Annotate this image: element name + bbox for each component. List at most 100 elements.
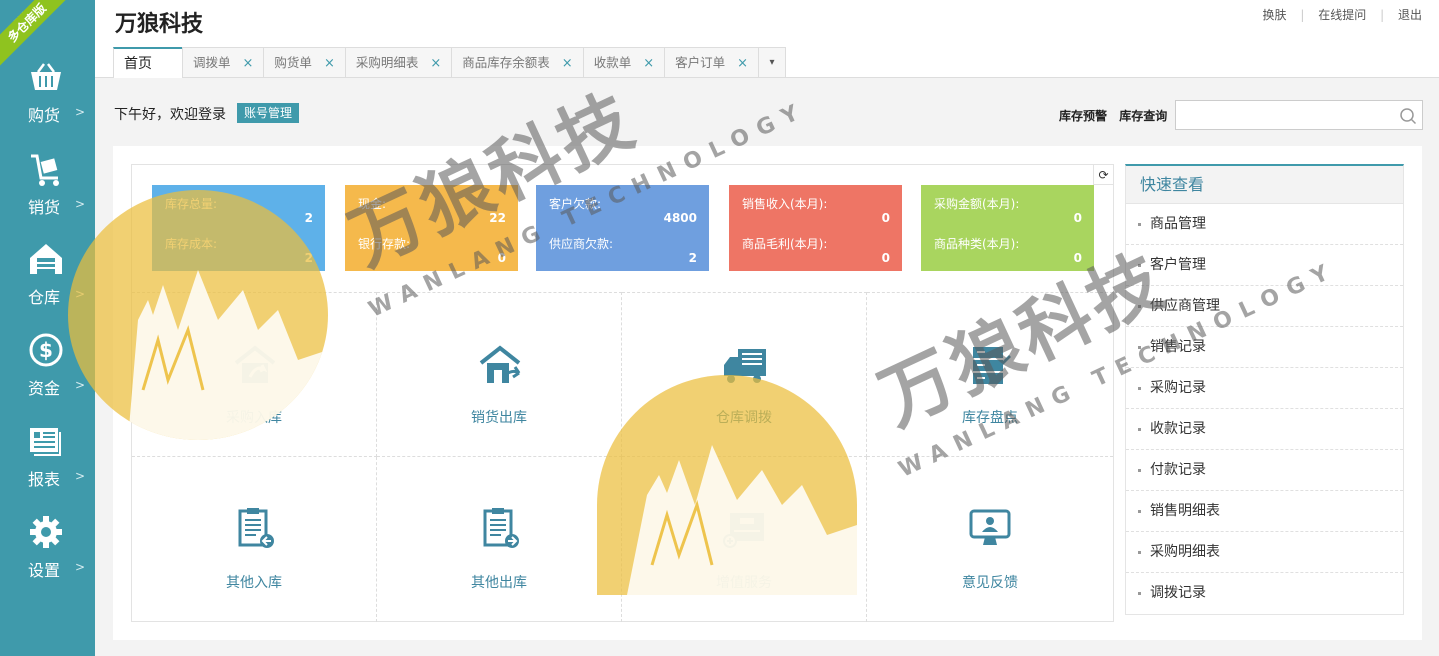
- stock-query-link[interactable]: 库存查询: [1119, 109, 1167, 123]
- quick-link-sales-detail[interactable]: 销售明细表: [1126, 491, 1403, 532]
- tab-label: 收款单: [593, 55, 632, 70]
- stat-value: 0: [881, 251, 890, 265]
- sidebar-item-sales[interactable]: 销货 >: [0, 152, 95, 232]
- chevron-right-icon: >: [75, 197, 86, 211]
- close-icon[interactable]: ×: [643, 56, 654, 71]
- quick-link-purchase-records[interactable]: 采购记录: [1126, 368, 1403, 409]
- tab-home[interactable]: 首页: [113, 47, 183, 78]
- sidebar-item-settings[interactable]: 设置 >: [0, 515, 95, 595]
- tab-label: 客户订单: [675, 55, 726, 70]
- sidebar-item-reports[interactable]: 报表 >: [0, 424, 95, 504]
- shortcut-other-in[interactable]: 其他入库: [132, 457, 377, 622]
- tab-more-dropdown[interactable]: ▾: [758, 47, 787, 77]
- quick-link-customer-management[interactable]: 客户管理: [1126, 245, 1403, 286]
- quick-view-panel: 快速查看 商品管理 客户管理 供应商管理 销售记录 采购记录 收款记录 付款记录…: [1125, 164, 1404, 615]
- skin-link[interactable]: 换肤: [1263, 8, 1287, 22]
- feedback-icon: [969, 509, 1011, 545]
- warehouse-icon: [30, 244, 62, 274]
- shortcut-label: 采购入库: [226, 410, 282, 426]
- close-icon[interactable]: ×: [737, 56, 748, 71]
- search-icon[interactable]: [1399, 107, 1417, 125]
- stat-value: 0: [1073, 251, 1082, 265]
- sidebar-label-settings: 设置: [28, 561, 61, 580]
- quick-link-purchase-detail[interactable]: 采购明细表: [1126, 532, 1403, 573]
- stat-value: 4800: [663, 211, 697, 225]
- quick-link-receipt-records[interactable]: 收款记录: [1126, 409, 1403, 450]
- sidebar: ERP 多仓库版 购货 > 销货 > 仓库 > $ 资金 > 报表 > 设置 >: [0, 0, 95, 656]
- stock-alert-link[interactable]: 库存预警: [1059, 109, 1107, 123]
- quick-link-supplier-management[interactable]: 供应商管理: [1126, 286, 1403, 327]
- tab-label: 首页: [124, 56, 152, 72]
- stat-label: 银行存款:: [358, 237, 411, 251]
- logout-link[interactable]: 退出: [1398, 8, 1422, 22]
- sidebar-label-warehouse: 仓库: [28, 288, 61, 307]
- quick-link-transfer-records[interactable]: 调拨记录: [1126, 573, 1403, 614]
- quick-link-sales-records[interactable]: 销售记录: [1126, 327, 1403, 368]
- sidebar-item-purchase[interactable]: 购货 >: [0, 60, 95, 140]
- quick-link-product-management[interactable]: 商品管理: [1126, 204, 1403, 245]
- cart-icon: [31, 154, 59, 186]
- stock-search-input[interactable]: [1175, 100, 1423, 130]
- tab-label: 商品库存余额表: [462, 55, 550, 70]
- stat-card-procurement[interactable]: 采购金额(本月): 0 商品种类(本月): 0: [921, 185, 1094, 271]
- tab-transfer[interactable]: 调拨单 ×: [182, 47, 265, 77]
- chevron-right-icon: >: [75, 378, 86, 392]
- overview-board: ⟳ 库存总量: 2 库存成本: 2 现金: 22 银行存款: 0 客户欠款: 4…: [131, 164, 1114, 622]
- app-title: 万狼科技: [115, 11, 204, 37]
- stat-label: 销售收入(本月):: [742, 197, 828, 211]
- shortcut-label: 意见反馈: [962, 575, 1018, 591]
- divider: |: [1380, 8, 1385, 22]
- shortcut-label: 增值服务: [716, 575, 772, 591]
- stat-label: 现金:: [358, 197, 387, 211]
- stat-label: 库存成本:: [165, 237, 218, 251]
- divider: |: [1300, 8, 1305, 22]
- shortcut-sales-out[interactable]: 销货出库: [377, 292, 622, 457]
- tab-stock-balance[interactable]: 商品库存余额表 ×: [451, 47, 584, 77]
- refresh-icon[interactable]: ⟳: [1093, 165, 1113, 185]
- chevron-right-icon: >: [75, 560, 86, 574]
- shortcut-purchase-in[interactable]: 采购入库: [132, 292, 377, 457]
- tab-label: 采购明细表: [355, 55, 419, 70]
- quick-view-title: 快速查看: [1126, 166, 1403, 204]
- shortcut-warehouse-transfer[interactable]: 仓库调拨: [622, 292, 867, 457]
- shortcut-label: 库存盘点: [962, 410, 1018, 426]
- tab-bar: 首页 调拨单 × 购货单 × 采购明细表 × 商品库存余额表 × 收款单 × 客户订单 × …: [113, 47, 787, 78]
- sidebar-item-warehouse[interactable]: 仓库 >: [0, 242, 95, 322]
- chevron-right-icon: >: [75, 105, 86, 119]
- stat-card-debts[interactable]: 客户欠款: 4800 供应商欠款: 2: [536, 185, 709, 271]
- quick-link-payment-records[interactable]: 付款记录: [1126, 450, 1403, 491]
- stat-value: 2: [688, 251, 697, 265]
- shortcut-other-out[interactable]: 其他出库: [377, 457, 622, 622]
- close-icon[interactable]: ×: [562, 56, 573, 71]
- close-icon[interactable]: ×: [430, 56, 441, 71]
- stat-label: 库存总量:: [165, 197, 218, 211]
- stat-card-sales[interactable]: 销售收入(本月): 0 商品毛利(本月): 0: [729, 185, 902, 271]
- tab-receipt[interactable]: 收款单 ×: [582, 47, 666, 77]
- stat-value: 22: [489, 211, 506, 225]
- shortcut-label: 销货出库: [471, 410, 527, 426]
- stat-label: 商品种类(本月):: [934, 237, 1020, 251]
- account-management-button[interactable]: 账号管理: [237, 103, 300, 123]
- inventory-check-icon: [973, 347, 1011, 384]
- sidebar-label-purchase: 购货: [28, 106, 61, 125]
- stat-label: 采购金额(本月):: [934, 197, 1020, 211]
- tab-purchase-detail[interactable]: 采购明细表 ×: [344, 47, 453, 77]
- shortcut-feedback[interactable]: 意见反馈: [867, 457, 1113, 622]
- shortcut-value-added-service[interactable]: 增值服务: [622, 457, 867, 622]
- basket-icon: [31, 63, 61, 90]
- shortcut-stock-check[interactable]: 库存盘点: [867, 292, 1113, 457]
- stat-card-cash[interactable]: 现金: 22 银行存款: 0: [345, 185, 518, 271]
- tab-label: 购货单: [274, 55, 312, 70]
- service-icon: [723, 513, 764, 548]
- close-icon[interactable]: ×: [243, 56, 254, 71]
- sidebar-item-funds[interactable]: $ 资金 >: [0, 333, 95, 413]
- tab-purchase-order[interactable]: 购货单 ×: [263, 47, 346, 77]
- sidebar-label-funds: 资金: [28, 379, 61, 398]
- online-help-link[interactable]: 在线提问: [1318, 8, 1366, 22]
- close-icon[interactable]: ×: [324, 56, 335, 71]
- stat-label: 客户欠款:: [549, 197, 602, 211]
- tab-customer-order[interactable]: 客户订单 ×: [664, 47, 760, 77]
- gear-icon: [30, 516, 62, 548]
- stat-value: 0: [881, 211, 890, 225]
- stat-card-inventory[interactable]: 库存总量: 2 库存成本: 2: [152, 185, 325, 271]
